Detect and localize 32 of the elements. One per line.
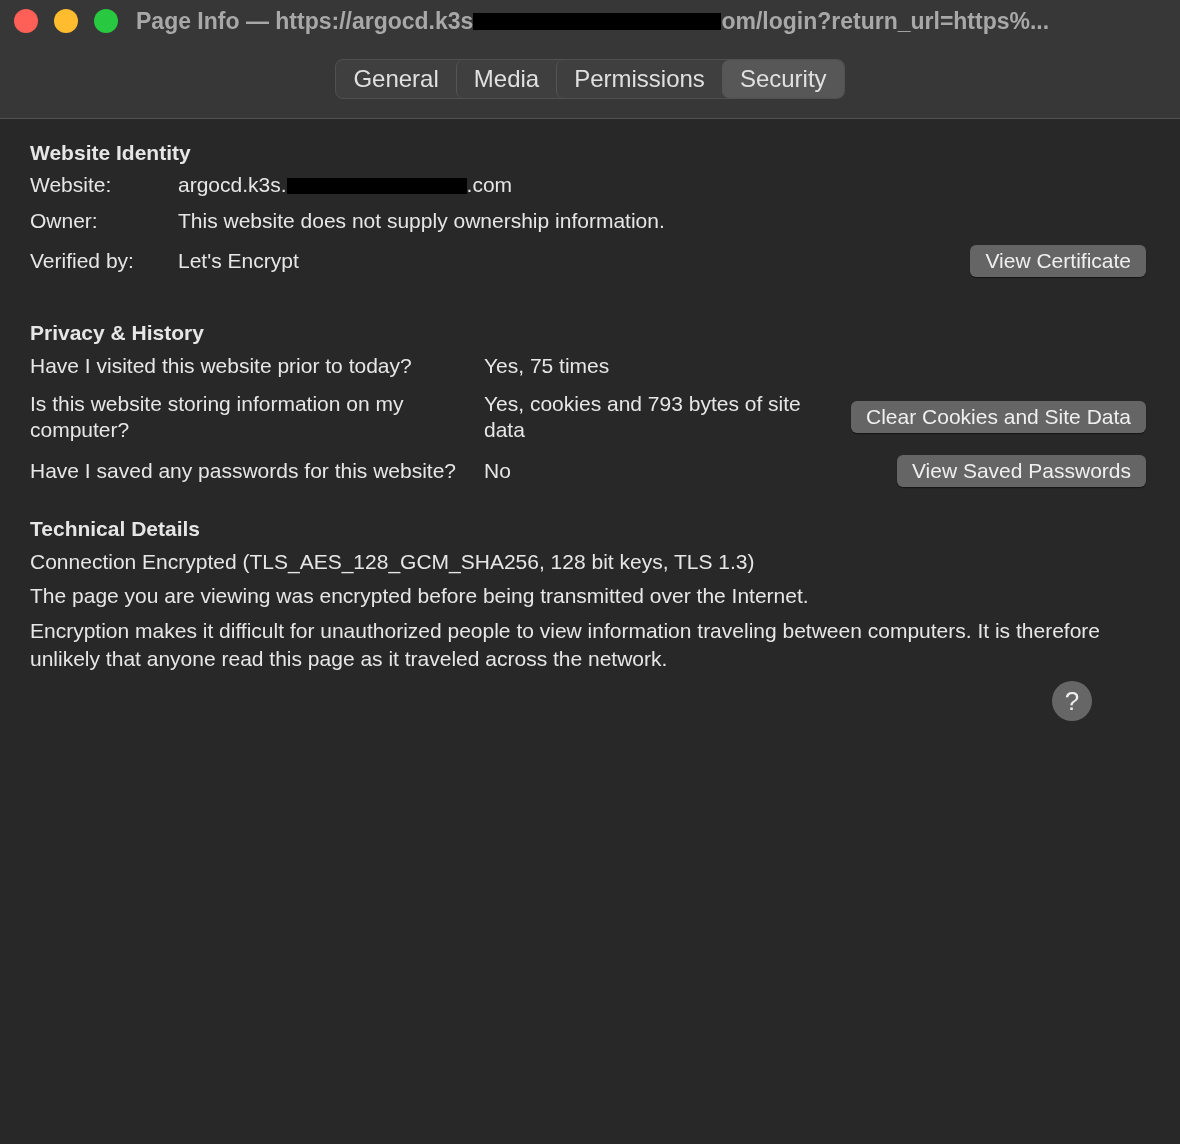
window-title: Page Info — https://argocd.k3s (136, 7, 474, 35)
field-label: Owner: (30, 209, 99, 233)
answer-text: No (484, 458, 512, 484)
section-heading: Website Identity (30, 141, 192, 165)
answer-text: Yes, cookies and 793 bytes of site data (484, 391, 802, 443)
field-value: argocd.k3s. (178, 173, 287, 196)
field-value: .com (466, 173, 513, 196)
question-text: Is this website storing information on my computer? (30, 391, 405, 443)
section-heading: Technical Details (30, 517, 201, 541)
action-button[interactable]: View Saved Passwords (896, 455, 1146, 487)
details-text: Connection Encrypted (TLS_AES_128_GCM_SHA256, 128 bit keys, TLS 1.3) (30, 549, 756, 575)
question-text: Have I saved any passwords for this website? (30, 458, 458, 484)
view-certificate-button[interactable]: View Certificate (970, 245, 1146, 277)
question-text: Have I visited this website prior to today? (30, 353, 413, 379)
close-button[interactable] (14, 9, 38, 33)
field-label: Website: (30, 173, 113, 197)
section-heading: Privacy & History (30, 321, 205, 345)
action-button[interactable]: Clear Cookies and Site Data (851, 401, 1146, 433)
answer-text: Yes, 75 times (484, 353, 611, 379)
window-title: om/login?return_url=https%... (721, 7, 1050, 35)
field-value: This website does not supply ownership information. (178, 209, 665, 233)
help-button[interactable]: ? (1052, 681, 1092, 721)
minimize-button[interactable] (54, 9, 78, 33)
tab[interactable]: Media (455, 60, 557, 98)
field-label: Verified by: (30, 249, 135, 273)
field-value: Let's Encrypt (178, 249, 299, 273)
tab[interactable]: General (336, 60, 456, 98)
details-text: Encryption makes it difficult for unauthorized people to view information traveling between computers. It is therefore unlikely that anyone read this page as it traveled across the network. (30, 618, 1101, 672)
zoom-button[interactable] (94, 9, 118, 33)
tab[interactable]: Security (721, 60, 844, 98)
tab[interactable]: Permissions (556, 60, 722, 98)
details-text: The page you are viewing was encrypted before being transmitted over the Internet. (30, 583, 810, 609)
